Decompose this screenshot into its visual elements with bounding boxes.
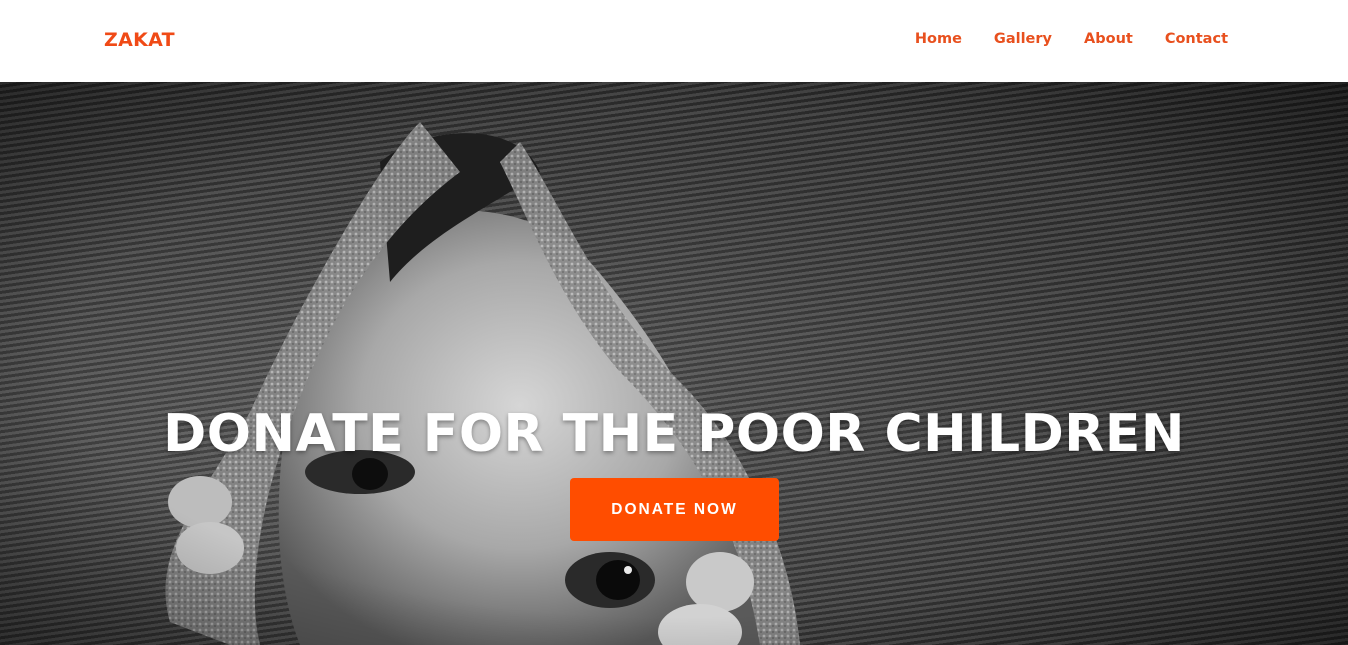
- hero-title: DONATE FOR THE POOR CHILDREN: [163, 404, 1185, 464]
- hero-banner: DONATE FOR THE POOR CHILDREN DONATE NOW: [0, 82, 1348, 645]
- main-nav: Home Gallery About Contact: [915, 31, 1228, 47]
- nav-about-link[interactable]: About: [1084, 31, 1133, 47]
- donate-now-button[interactable]: DONATE NOW: [570, 478, 779, 541]
- nav-gallery-link[interactable]: Gallery: [994, 31, 1052, 47]
- site-header: ZAKAT Home Gallery About Contact: [0, 0, 1348, 82]
- nav-contact-link[interactable]: Contact: [1165, 31, 1228, 47]
- brand-logo[interactable]: ZAKAT: [104, 29, 175, 51]
- hero-background-image: [0, 82, 1348, 645]
- nav-home-link[interactable]: Home: [915, 31, 962, 47]
